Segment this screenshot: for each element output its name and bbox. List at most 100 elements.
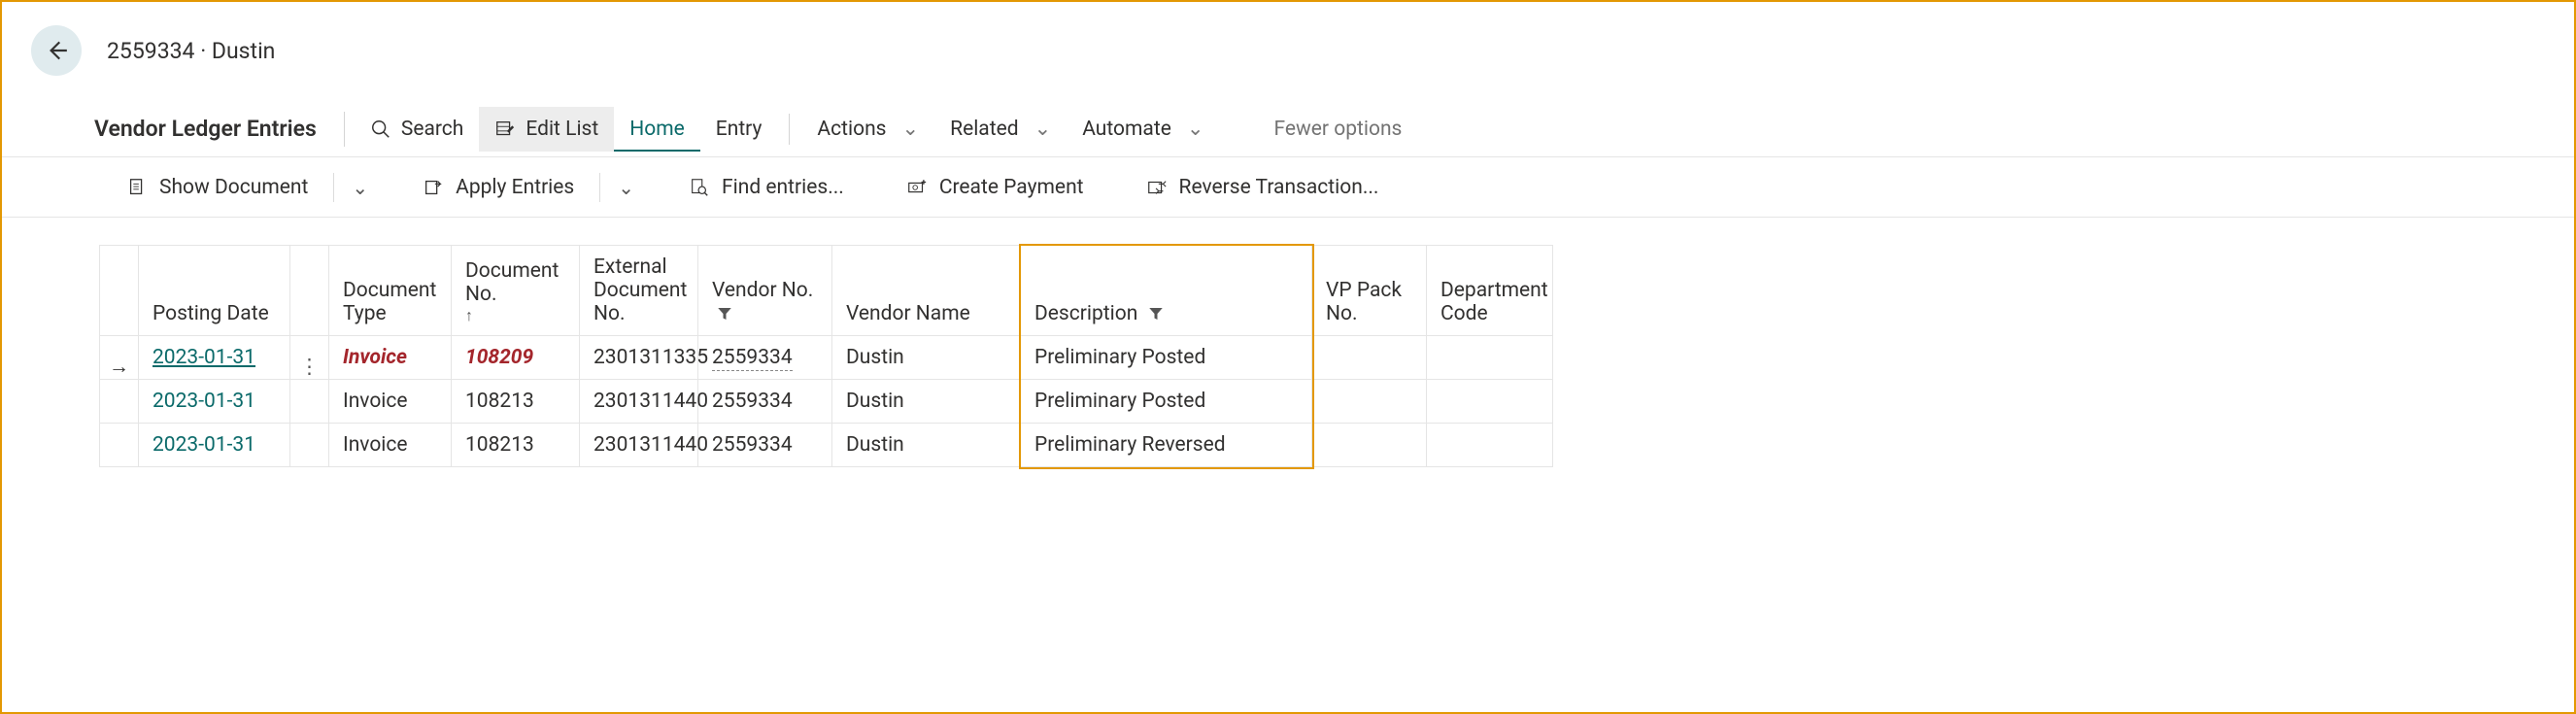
fewer-options-button[interactable]: Fewer options	[1258, 107, 1417, 152]
col-spacer	[1553, 246, 2564, 336]
cell-document-no[interactable]: 108213	[452, 380, 580, 424]
col-department-code-label: Department Code	[1441, 279, 1548, 325]
apply-entries-dropdown[interactable]: ⌄	[608, 168, 644, 207]
cell-document-type: Invoice	[329, 336, 452, 380]
col-vendor-no-label: Vendor No.	[712, 279, 813, 302]
cell-vendor-no[interactable]: 2559334	[698, 424, 832, 467]
find-entries-icon	[689, 177, 710, 198]
chevron-down-icon: ⌄	[1187, 117, 1204, 141]
row-indicator: →	[100, 336, 139, 380]
automate-menu[interactable]: Automate ⌄	[1067, 107, 1219, 152]
table-row[interactable]: →2023-01-31⋮Invoice108209230131133525593…	[100, 336, 2564, 380]
search-label: Search	[401, 118, 464, 141]
cell-vp-pack-no	[1312, 380, 1427, 424]
col-description-label: Description	[1034, 302, 1137, 325]
table-body: →2023-01-31⋮Invoice108209230131133525593…	[100, 336, 2564, 467]
apply-entries-label: Apply Entries	[456, 176, 574, 199]
chevron-down-icon: ⌄	[1034, 117, 1052, 141]
show-document-button[interactable]: Show Document	[109, 168, 325, 207]
col-row-menu	[290, 246, 329, 336]
search-icon	[370, 119, 391, 140]
cell-spacer	[1553, 380, 2564, 424]
cell-vendor-name: Dustin	[832, 424, 1021, 467]
edit-list-button[interactable]: Edit List	[479, 107, 614, 152]
cell-document-no[interactable]: 108209	[452, 336, 580, 380]
actions-menu[interactable]: Actions ⌄	[801, 107, 934, 152]
cell-vendor-no[interactable]: 2559334	[698, 380, 832, 424]
col-document-no[interactable]: Document No. ↑	[452, 246, 580, 336]
chevron-down-icon: ⌄	[618, 176, 634, 199]
col-posting-date[interactable]: Posting Date	[139, 246, 290, 336]
reverse-transaction-icon	[1146, 177, 1168, 198]
col-document-type-label: Document Type	[343, 279, 436, 325]
row-menu-button[interactable]	[290, 424, 329, 467]
table-row[interactable]: 2023-01-31 Invoice10821323013114402559334…	[100, 424, 2564, 467]
related-label: Related	[950, 118, 1018, 141]
chevron-down-icon: ⌄	[352, 176, 368, 199]
arrow-left-icon	[44, 38, 69, 63]
ledger-table-container: Posting Date Document Type Document No. …	[99, 245, 2564, 467]
cell-posting-date[interactable]: 2023-01-31	[139, 380, 290, 424]
reverse-transaction-button[interactable]: Reverse Transaction...	[1129, 168, 1397, 207]
tab-entry[interactable]: Entry	[700, 107, 778, 152]
cell-vendor-name: Dustin	[832, 380, 1021, 424]
table-row[interactable]: 2023-01-31Invoice10821323013114402559334…	[100, 380, 2564, 424]
cell-vendor-no[interactable]: 2559334	[698, 336, 832, 380]
search-button[interactable]: Search	[355, 107, 480, 152]
cell-spacer	[1553, 424, 2564, 467]
col-indicator	[100, 246, 139, 336]
show-document-label: Show Document	[159, 176, 308, 199]
create-payment-button[interactable]: Create Payment	[889, 168, 1102, 207]
cell-external-doc-no: 2301311335	[580, 336, 698, 380]
row-menu-button[interactable]	[290, 380, 329, 424]
home-label: Home	[629, 118, 685, 141]
col-department-code[interactable]: Department Code	[1427, 246, 1553, 336]
edit-list-label: Edit List	[525, 118, 598, 141]
cell-description: Preliminary Posted	[1021, 380, 1312, 424]
apply-entries-button[interactable]: Apply Entries	[405, 168, 592, 207]
col-vendor-no[interactable]: Vendor No.	[698, 246, 832, 336]
cell-external-doc-no: 2301311440	[580, 424, 698, 467]
cell-vendor-name: Dustin	[832, 336, 1021, 380]
entry-label: Entry	[716, 118, 763, 141]
vertical-dots-icon: ⋮	[290, 355, 328, 379]
cell-posting-date[interactable]: 2023-01-31	[139, 336, 290, 380]
cell-vp-pack-no	[1312, 336, 1427, 380]
find-entries-label: Find entries...	[722, 176, 844, 199]
toolbar-separator	[789, 114, 790, 145]
col-external-doc-no-label: External Document No.	[593, 255, 687, 325]
cell-department-code	[1427, 424, 1553, 467]
ledger-table: Posting Date Document Type Document No. …	[99, 245, 2564, 467]
col-external-doc-no[interactable]: External Document No.	[580, 246, 698, 336]
sort-asc-icon: ↑	[465, 306, 565, 325]
row-menu-button[interactable]: ⋮	[290, 336, 329, 380]
cell-document-no[interactable]: 108213	[452, 424, 580, 467]
filter-icon	[716, 305, 733, 323]
create-payment-icon	[906, 177, 928, 198]
show-document-dropdown[interactable]: ⌄	[342, 168, 378, 207]
cell-document-type: Invoice	[329, 424, 452, 467]
apply-entries-icon	[423, 177, 444, 198]
cell-spacer	[1553, 336, 2564, 380]
cell-posting-date[interactable]: 2023-01-31	[139, 424, 290, 467]
section-title: Vendor Ledger Entries	[94, 112, 345, 147]
cell-description: Preliminary Posted	[1021, 336, 1312, 380]
cell-description: Preliminary Reversed	[1021, 424, 1312, 467]
create-payment-label: Create Payment	[939, 176, 1084, 199]
col-document-type[interactable]: Document Type	[329, 246, 452, 336]
col-description[interactable]: Description	[1021, 246, 1312, 336]
divider	[599, 173, 600, 202]
edit-list-icon	[494, 119, 516, 140]
back-button[interactable]	[31, 25, 82, 76]
cell-external-doc-no: 2301311440	[580, 380, 698, 424]
find-entries-button[interactable]: Find entries...	[671, 168, 862, 207]
col-vendor-name-label: Vendor Name	[846, 302, 970, 325]
row-indicator	[100, 380, 139, 424]
col-vendor-name[interactable]: Vendor Name	[832, 246, 1021, 336]
document-icon	[126, 177, 148, 198]
col-vp-pack-no[interactable]: VP Pack No.	[1312, 246, 1427, 336]
tab-home[interactable]: Home	[614, 107, 700, 152]
related-menu[interactable]: Related ⌄	[934, 107, 1067, 152]
actions-label: Actions	[817, 118, 886, 141]
cell-department-code	[1427, 380, 1553, 424]
